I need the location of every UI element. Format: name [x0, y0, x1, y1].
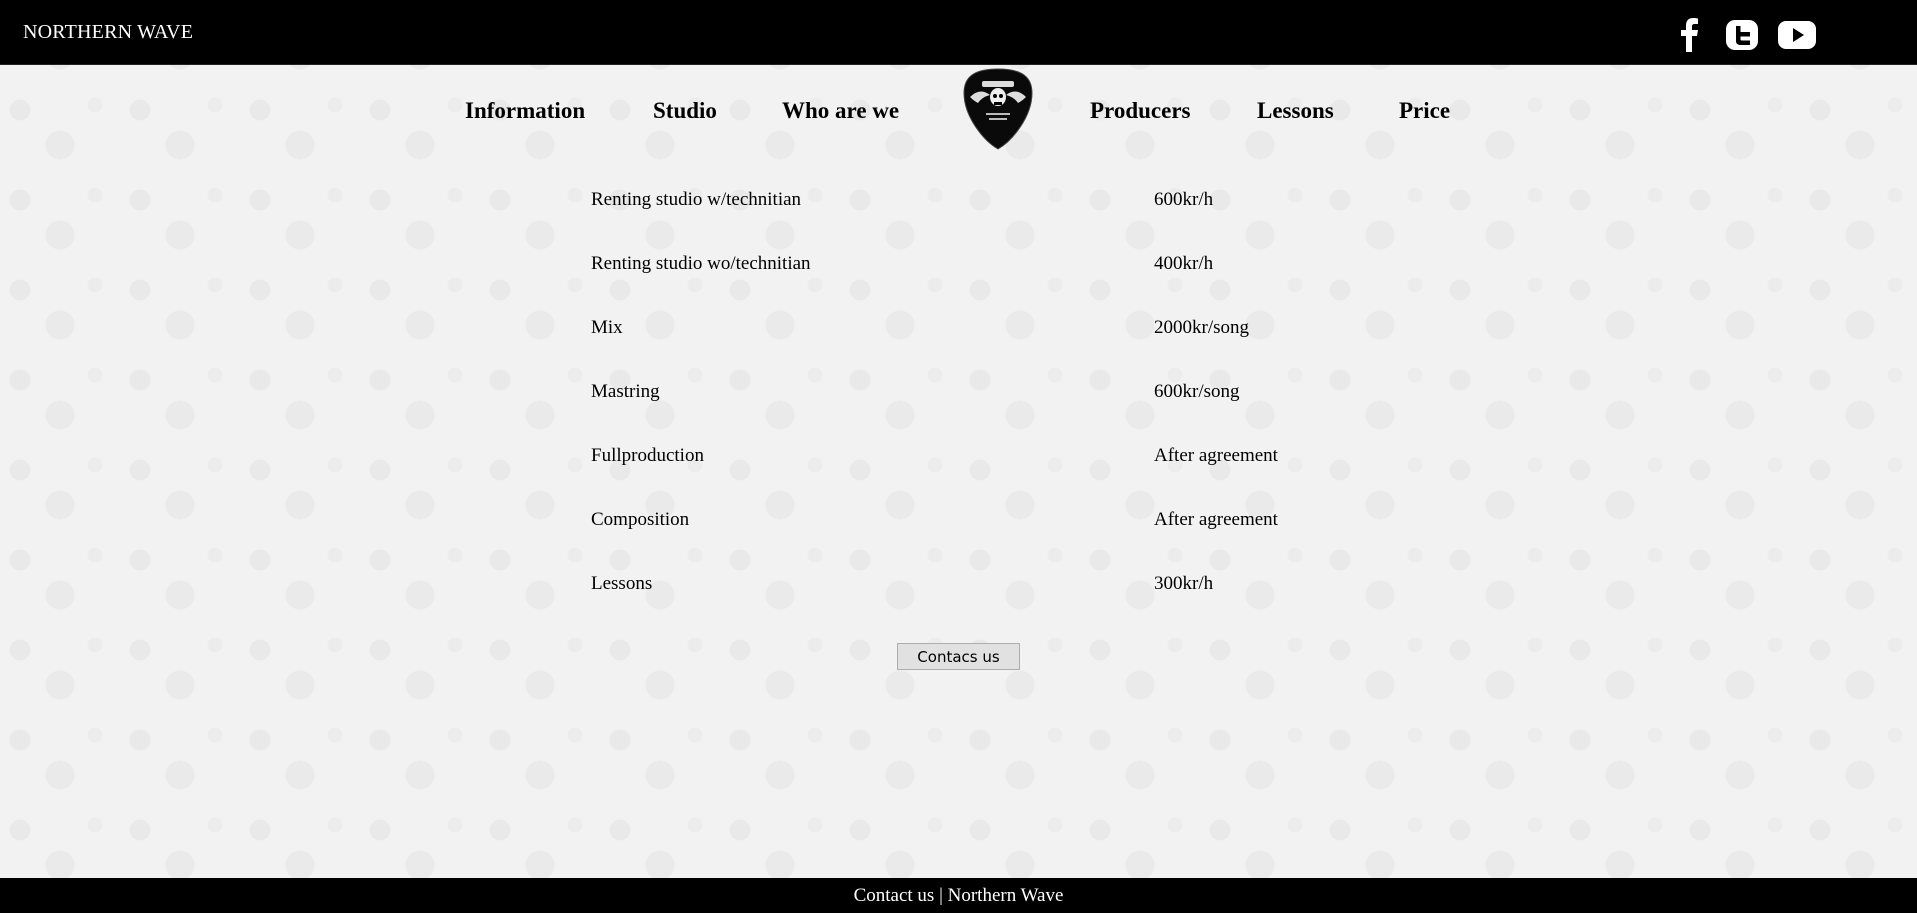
top-bar: NORTHERN WAVE: [0, 0, 1917, 65]
price-item-price: After agreement: [1154, 509, 1278, 530]
twitter-icon[interactable]: [1724, 18, 1760, 52]
price-row: Mastring 600kr/song: [591, 381, 1291, 405]
price-item-name: Composition: [591, 509, 690, 530]
facebook-icon[interactable]: [1672, 18, 1706, 52]
price-row: Renting studio wo/technitian 400kr/h: [591, 253, 1291, 277]
price-item-name: Mix: [591, 317, 623, 338]
nav-information[interactable]: Information: [465, 98, 585, 124]
contact-us-button[interactable]: Contacs us: [897, 643, 1020, 670]
price-item-price: 400kr/h: [1154, 253, 1214, 274]
price-row: Renting studio w/technitian 600kr/h: [591, 189, 1291, 213]
nav-who-are-we[interactable]: Who are we: [782, 98, 899, 124]
price-item-price: 300kr/h: [1154, 573, 1214, 594]
price-row: Composition After agreement: [591, 509, 1291, 533]
brand-name[interactable]: NORTHERN WAVE: [23, 21, 193, 44]
nav-producers[interactable]: Producers: [1090, 98, 1191, 124]
guitar-pick-skull-logo[interactable]: [962, 67, 1034, 151]
price-row: Mix 2000kr/song: [591, 317, 1291, 341]
footer-contact-link[interactable]: Contact us | Northern Wave: [854, 885, 1064, 906]
price-item-price: 600kr/h: [1154, 189, 1214, 210]
price-item-name: Mastring: [591, 381, 660, 402]
price-item-name: Fullproduction: [591, 445, 704, 466]
nav-price[interactable]: Price: [1399, 98, 1450, 124]
price-row: Fullproduction After agreement: [591, 445, 1291, 469]
price-item-name: Lessons: [591, 573, 653, 594]
price-item-price: After agreement: [1154, 445, 1278, 466]
price-row: Lessons 300kr/h: [591, 573, 1291, 597]
footer: Contact us | Northern Wave: [0, 878, 1917, 913]
price-item-price: 600kr/song: [1154, 381, 1240, 402]
youtube-icon[interactable]: [1776, 18, 1818, 52]
nav-studio[interactable]: Studio: [653, 98, 717, 124]
price-item-price: 2000kr/song: [1154, 317, 1249, 338]
nav-lessons[interactable]: Lessons: [1257, 98, 1334, 124]
price-item-name: Renting studio wo/technitian: [591, 253, 811, 274]
price-item-name: Renting studio w/technitian: [591, 189, 802, 210]
